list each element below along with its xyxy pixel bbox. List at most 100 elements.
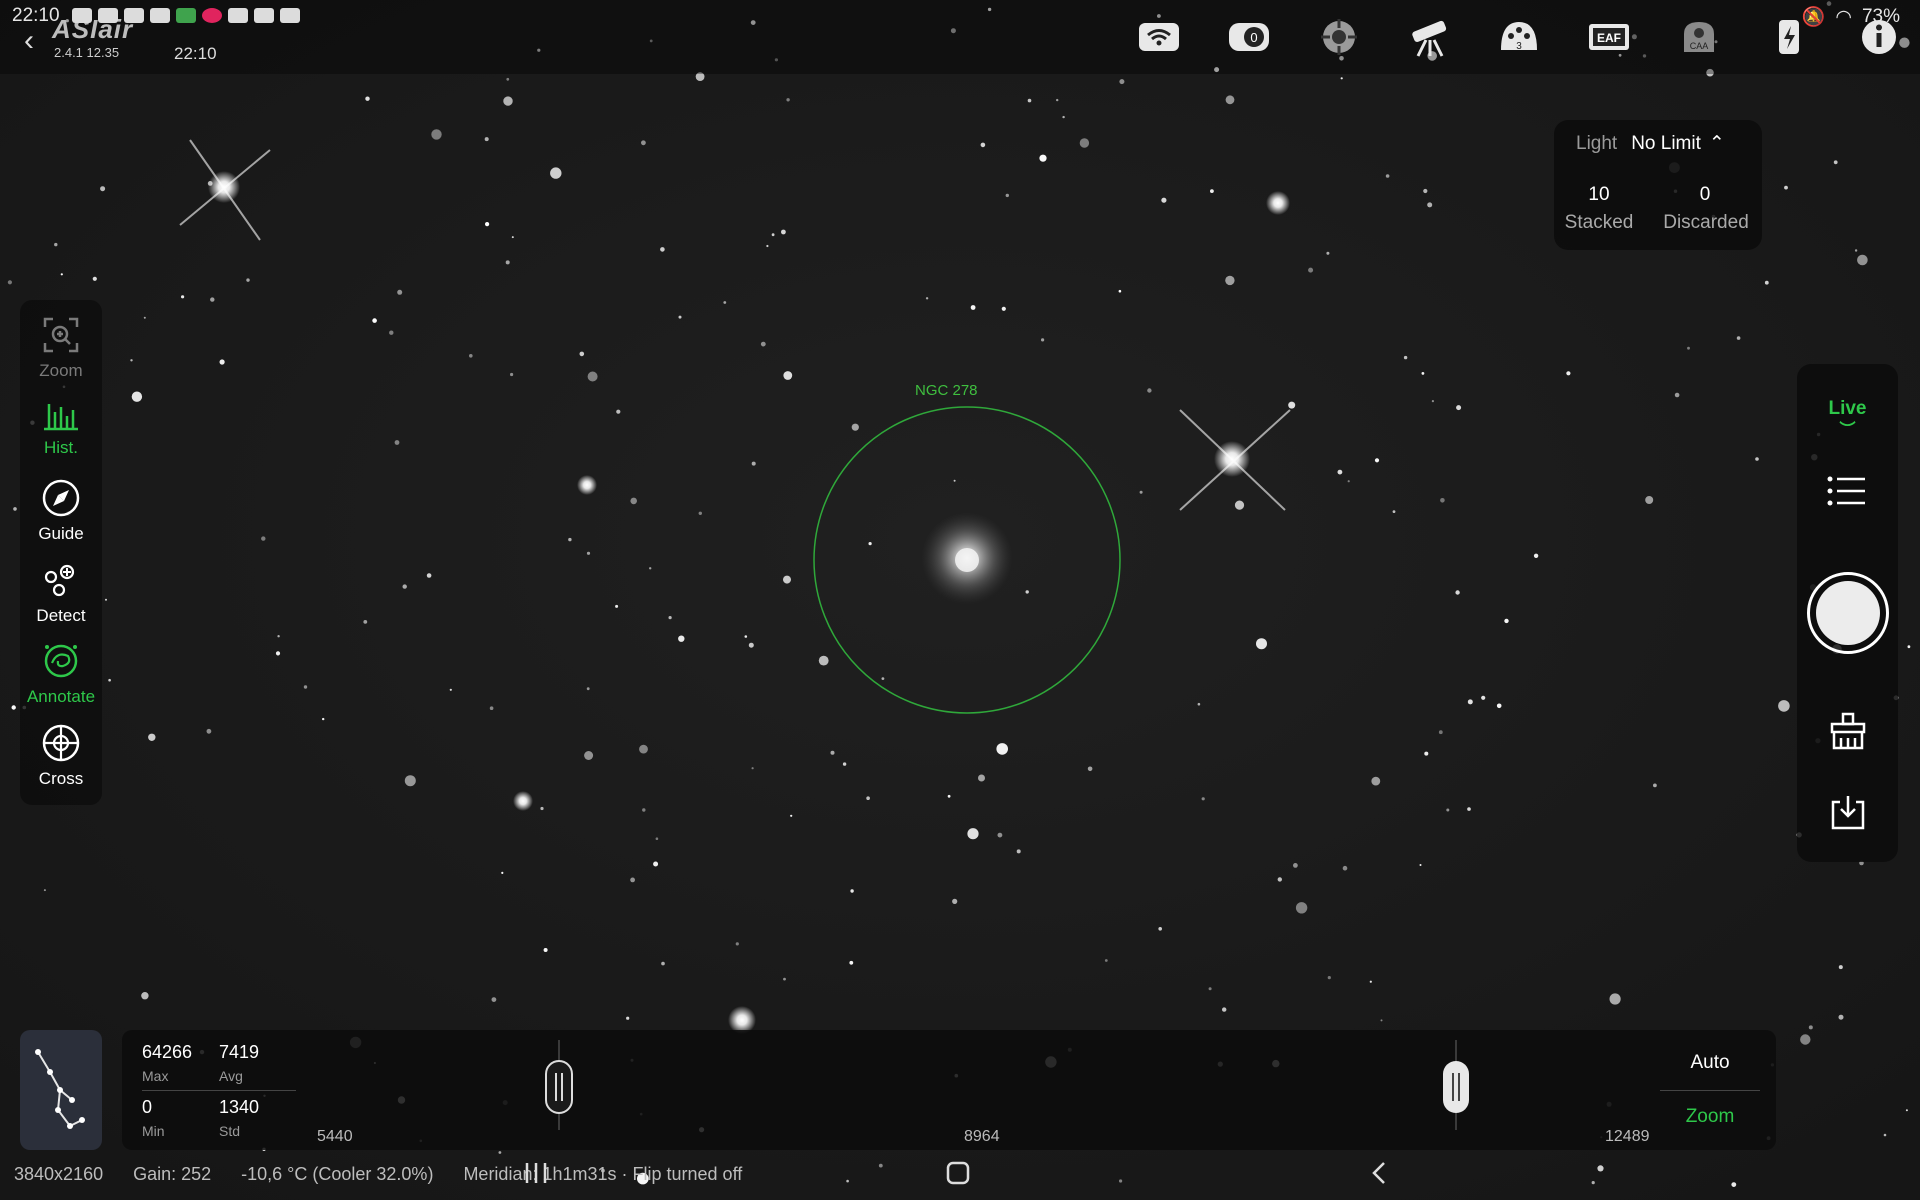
tool-histogram[interactable]: Hist.	[20, 398, 102, 458]
star	[967, 828, 979, 840]
stack-limit[interactable]: No Limit	[1631, 133, 1701, 154]
star	[363, 620, 368, 624]
star	[303, 685, 308, 689]
tool-label: Guide	[38, 524, 84, 543]
tool-detect[interactable]: Detect	[20, 560, 102, 626]
std-value: 1340	[219, 1097, 260, 1117]
star	[1392, 510, 1396, 513]
discarded-count: 0	[1699, 184, 1711, 205]
star	[1104, 959, 1108, 962]
star	[1609, 993, 1621, 1005]
star	[783, 371, 793, 380]
star	[1347, 480, 1350, 483]
list-icon[interactable]	[1827, 474, 1867, 508]
star	[698, 511, 702, 515]
star	[1467, 807, 1471, 811]
clear-brush-icon[interactable]	[1828, 712, 1868, 750]
avg-value: 7419	[219, 1042, 260, 1062]
tool-label: Zoom	[39, 361, 83, 380]
white-point-handle[interactable]	[1443, 1061, 1469, 1113]
sky-map-thumbnail[interactable]	[20, 1030, 102, 1150]
home-icon[interactable]	[945, 1160, 971, 1186]
tool-zoom[interactable]: Zoom	[20, 315, 102, 381]
tool-guide[interactable]: Guide	[20, 478, 102, 544]
app-version: 2.4.1 12.35	[54, 45, 120, 60]
star	[1838, 965, 1843, 970]
capture-mode[interactable]: Live ︶	[1797, 398, 1898, 439]
download-icon[interactable]	[1828, 794, 1868, 832]
star	[501, 871, 504, 875]
star	[1380, 1019, 1383, 1022]
star	[760, 341, 766, 347]
detect-icon	[44, 564, 75, 597]
star	[219, 359, 225, 365]
star	[868, 542, 872, 546]
tool-annotate[interactable]: Annotate	[20, 641, 102, 707]
star	[322, 717, 325, 721]
star	[372, 318, 377, 323]
star	[130, 359, 133, 362]
star	[1905, 1109, 1908, 1112]
star	[668, 616, 672, 620]
star	[996, 743, 1008, 755]
star	[1857, 254, 1868, 266]
frame-type-selector[interactable]: Light No Limit ⌃	[1576, 132, 1725, 155]
star	[1833, 160, 1838, 165]
tool-cross[interactable]: Cross	[20, 723, 102, 789]
star	[781, 229, 786, 235]
star	[1001, 306, 1006, 311]
star	[100, 186, 106, 192]
star	[1222, 1007, 1227, 1012]
stacked-label: Stacked	[1564, 212, 1634, 233]
zoom-icon	[43, 317, 79, 353]
auto-stretch-button[interactable]: Auto	[1660, 1052, 1760, 1074]
star	[1808, 1025, 1813, 1030]
star	[489, 706, 494, 710]
star	[43, 889, 46, 892]
star	[540, 806, 544, 811]
star	[1005, 193, 1009, 198]
star	[1327, 976, 1331, 980]
capture-panel: Live ︶	[1797, 364, 1898, 862]
star	[615, 604, 619, 608]
star	[7, 280, 12, 285]
star	[92, 276, 97, 281]
star	[510, 372, 514, 377]
star	[1440, 498, 1445, 503]
star	[678, 635, 685, 642]
star	[587, 371, 598, 382]
star	[1883, 1133, 1887, 1137]
star	[783, 977, 786, 981]
black-point-handle[interactable]	[545, 1060, 573, 1114]
star	[1158, 927, 1162, 931]
guide-icon	[42, 479, 80, 517]
star	[1504, 618, 1509, 624]
histogram-zoom-button[interactable]: Zoom	[1660, 1106, 1760, 1128]
chevron-up-icon[interactable]: ⌃	[1709, 133, 1725, 154]
notification-icons	[72, 8, 300, 23]
recent-apps-icon[interactable]	[522, 1160, 550, 1186]
back-nav-icon[interactable]	[1368, 1160, 1390, 1186]
notification-icon	[98, 8, 118, 23]
star	[1419, 864, 1422, 866]
star	[1736, 336, 1741, 340]
star	[1385, 174, 1390, 178]
star	[131, 391, 143, 402]
star	[1431, 400, 1434, 403]
star	[1027, 98, 1032, 103]
star	[641, 140, 646, 146]
star	[584, 751, 594, 760]
notification-icon	[202, 8, 222, 23]
histogram-graph[interactable]	[312, 1030, 1612, 1150]
star	[1225, 95, 1235, 105]
hist-mid-value: 8964	[964, 1128, 1000, 1145]
star	[849, 960, 854, 965]
star	[402, 584, 407, 589]
star	[660, 247, 665, 252]
star	[952, 898, 958, 905]
star	[1340, 77, 1343, 80]
annotate-icon	[44, 644, 78, 678]
shutter-button[interactable]	[1807, 572, 1889, 654]
star	[1907, 645, 1911, 649]
star	[365, 96, 370, 101]
